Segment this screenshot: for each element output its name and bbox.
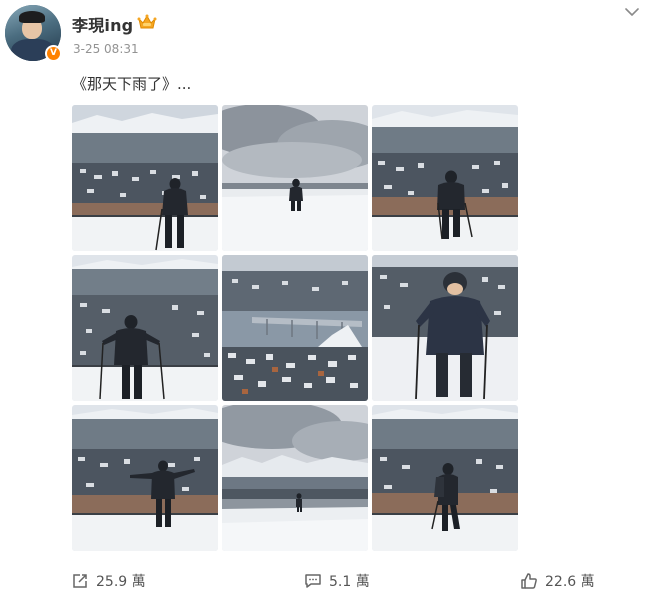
photo-8[interactable]	[222, 405, 368, 551]
repost-icon	[73, 574, 87, 588]
photo-9[interactable]	[372, 405, 518, 551]
verified-badge-icon: V	[45, 45, 62, 62]
photo-6[interactable]	[372, 255, 518, 401]
photo-4[interactable]	[72, 255, 218, 401]
chevron-down-icon[interactable]	[624, 6, 640, 18]
comment-count: 5.1 萬	[329, 574, 370, 590]
repost-count: 25.9 萬	[96, 574, 146, 590]
photo-3[interactable]	[372, 105, 518, 251]
weibo-post: V 李現ing 3-25 08:31 《那天下雨了》... 25.9 萬 5.1…	[0, 0, 668, 602]
like-icon	[521, 573, 537, 589]
photo-7[interactable]	[72, 405, 218, 551]
post-text: 《那天下雨了》...	[72, 75, 192, 93]
photo-5[interactable]	[222, 255, 368, 401]
comment-icon	[305, 574, 321, 588]
post-timestamp[interactable]: 3-25 08:31	[73, 42, 139, 56]
like-count: 22.6 萬	[545, 574, 595, 590]
avatar[interactable]: V	[5, 5, 62, 62]
author-name[interactable]: 李現ing	[72, 12, 133, 36]
repost-button[interactable]: 25.9 萬	[71, 571, 146, 591]
photo-1[interactable]	[72, 105, 218, 251]
like-button[interactable]: 22.6 萬	[520, 571, 595, 591]
comment-button[interactable]: 5.1 萬	[304, 571, 370, 591]
photo-2[interactable]	[222, 105, 368, 251]
crown-icon[interactable]	[137, 13, 157, 31]
photo-grid	[72, 105, 518, 551]
